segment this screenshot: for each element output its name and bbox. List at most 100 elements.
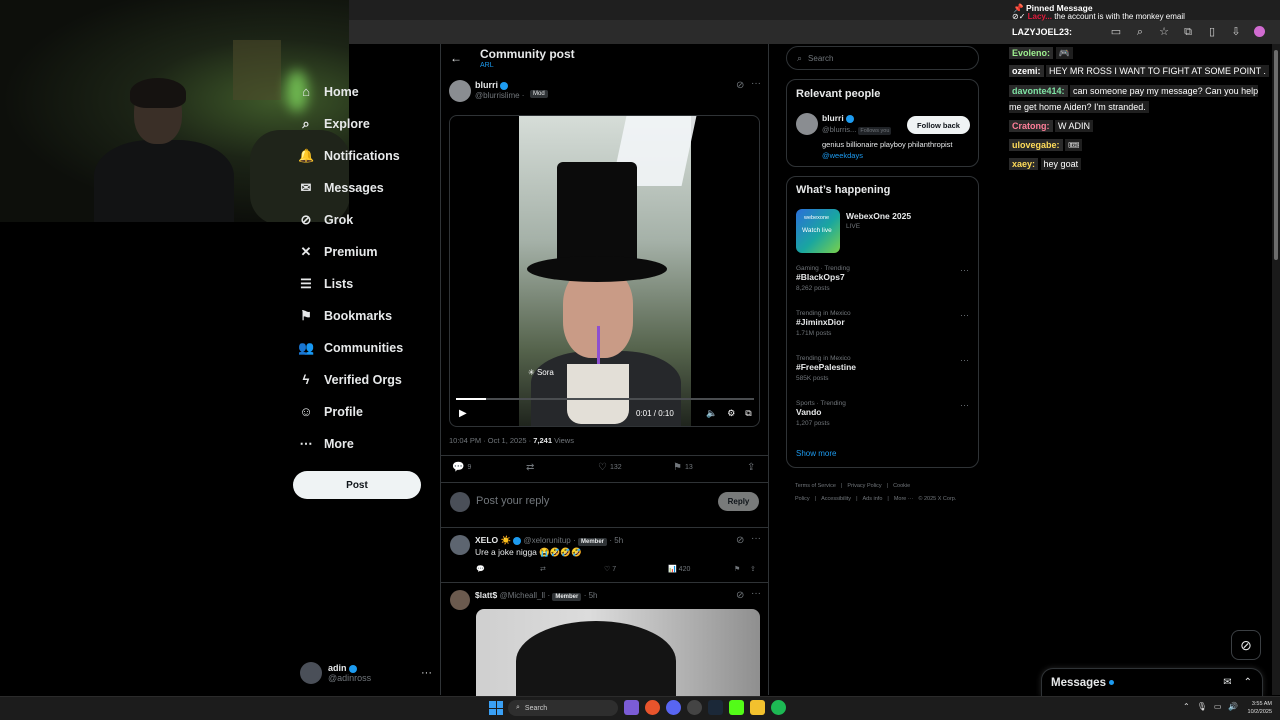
- comment-author[interactable]: $latt$: [475, 590, 497, 600]
- comment-avatar[interactable]: [450, 590, 470, 610]
- nav-item-notifications[interactable]: 🔔 Notifications: [298, 140, 438, 172]
- footer-link[interactable]: More ···: [894, 496, 914, 502]
- author-handle[interactable]: @blurrislime ·: [475, 91, 524, 100]
- profile-avatar[interactable]: [1254, 26, 1265, 37]
- avatar[interactable]: [796, 113, 818, 135]
- discord-icon[interactable]: [666, 700, 681, 715]
- reply-action[interactable]: 💬 9: [452, 462, 471, 473]
- author-name[interactable]: blurri: [475, 80, 509, 90]
- repost-icon[interactable]: ⇄: [540, 565, 546, 573]
- post-button[interactable]: Post: [293, 471, 421, 499]
- comment-handle[interactable]: @xelorunitup: [523, 536, 570, 545]
- reply-button[interactable]: Reply: [718, 492, 759, 511]
- event-image[interactable]: webexone Watch live: [796, 209, 840, 253]
- kick-icon[interactable]: [729, 700, 744, 715]
- chat-username[interactable]: ulovegabe:: [1009, 139, 1063, 151]
- nav-item-communities[interactable]: 👥 Communities: [298, 332, 438, 364]
- bio-link[interactable]: @weekdays: [822, 151, 863, 160]
- like-action[interactable]: ♡ 132: [598, 462, 622, 473]
- nav-item-messages[interactable]: ✉ Messages: [298, 172, 438, 204]
- repost-action[interactable]: ⇄: [526, 462, 534, 473]
- obs-icon[interactable]: [687, 700, 702, 715]
- more-icon[interactable]: ···: [751, 533, 761, 544]
- comment-handle[interactable]: @Micheall_ll: [500, 591, 545, 600]
- messages-drawer[interactable]: Messages ✉ ⌃: [1041, 668, 1263, 696]
- more-icon[interactable]: ···: [421, 667, 432, 679]
- sidebar-icon[interactable]: ▯: [1206, 26, 1218, 38]
- cast-icon[interactable]: ▭: [1110, 26, 1122, 38]
- reply-icon[interactable]: 💬: [476, 565, 485, 573]
- trend-item[interactable]: Trending in Mexico #FreePalestine 585K pos…: [796, 355, 971, 391]
- person-handle[interactable]: @blurris... Follows you: [822, 125, 892, 135]
- star-icon[interactable]: ☆: [1158, 26, 1170, 38]
- footer-link[interactable]: Ads info: [863, 496, 883, 502]
- trend-item[interactable]: Trending in Mexico #JiminxDior 1.71M posts…: [796, 310, 971, 346]
- comment-image[interactable]: [476, 609, 760, 699]
- volume-icon[interactable]: 🔈: [706, 408, 717, 419]
- bookmark-action[interactable]: ⚑ 13: [673, 462, 693, 473]
- footer-link[interactable]: Accessibility: [821, 496, 851, 502]
- comment-author[interactable]: XELO ☀️: [475, 535, 511, 545]
- follow-back-button[interactable]: Follow back: [907, 116, 970, 134]
- nav-item-explore[interactable]: ⌕ Explore: [298, 108, 438, 140]
- monitor-icon[interactable]: ▭: [1214, 702, 1222, 711]
- play-icon[interactable]: ▶: [459, 408, 467, 419]
- grok-fab-icon[interactable]: ⊘: [1231, 630, 1261, 660]
- steam-icon[interactable]: [708, 700, 723, 715]
- footer-link[interactable]: Terms of Service: [795, 483, 836, 489]
- chat-username[interactable]: Evoleno:: [1009, 47, 1054, 59]
- grok-icon[interactable]: ⊘: [736, 80, 744, 91]
- more-icon[interactable]: ···: [960, 265, 969, 275]
- share-action[interactable]: ⇪: [747, 462, 755, 473]
- speaker-icon[interactable]: 🔊: [1228, 702, 1238, 711]
- compose-message-icon[interactable]: ✉: [1223, 677, 1231, 688]
- copilot-icon[interactable]: [624, 700, 639, 715]
- back-arrow-icon[interactable]: ←: [450, 51, 462, 65]
- trend-item[interactable]: Sports · Trending Vando 1,207 posts ···: [796, 400, 971, 436]
- show-more-link[interactable]: Show more: [796, 449, 836, 458]
- share-icon[interactable]: ⇪: [750, 565, 756, 573]
- nav-item-home[interactable]: ⌂ Home: [298, 76, 438, 108]
- account-switcher[interactable]: adin @adinross ···: [300, 660, 432, 686]
- windows-start-icon[interactable]: [489, 701, 503, 715]
- more-icon[interactable]: ···: [751, 588, 761, 599]
- community-link[interactable]: ARL: [480, 62, 494, 69]
- reply-input[interactable]: Post your reply: [476, 495, 549, 507]
- footer-link[interactable]: Privacy Policy: [847, 483, 881, 489]
- more-icon[interactable]: ···: [751, 78, 761, 89]
- more-icon[interactable]: ···: [960, 310, 969, 320]
- chat-username[interactable]: Cratong:: [1009, 120, 1053, 132]
- trend-item[interactable]: Gaming · Trending #BlackOps7 8,262 posts ··…: [796, 265, 971, 301]
- chat-username[interactable]: ozemi:: [1009, 65, 1044, 77]
- zoom-icon[interactable]: ⌕: [1134, 26, 1146, 38]
- mic-icon[interactable]: 🎙: [1197, 702, 1207, 711]
- chevron-up-icon[interactable]: ⌃: [1183, 702, 1190, 711]
- author-avatar[interactable]: [449, 80, 471, 102]
- nav-item-profile[interactable]: ☺ Profile: [298, 396, 438, 428]
- grok-icon[interactable]: ⊘: [736, 590, 744, 601]
- nav-item-more[interactable]: ⋯ More: [298, 428, 438, 460]
- nav-item-grok[interactable]: ⊘ Grok: [298, 204, 438, 236]
- chrome-icon[interactable]: [645, 700, 660, 715]
- taskbar-search[interactable]: ⌕ Search: [508, 700, 618, 716]
- settings-icon[interactable]: ⚙: [727, 408, 735, 419]
- extensions-icon[interactable]: ⧉: [1182, 26, 1194, 38]
- bookmark-icon[interactable]: ⚑: [734, 565, 740, 573]
- event-name[interactable]: WebexOne 2025: [846, 211, 911, 221]
- more-icon[interactable]: ···: [960, 400, 969, 410]
- chat-username[interactable]: davonte414:: [1009, 85, 1068, 97]
- video-player[interactable]: ✳ Sora ▶ 0:01 / 0:10 🔈 ⚙ ⧉ ⤢: [449, 115, 760, 427]
- nav-item-verified-orgs[interactable]: ϟ Verified Orgs: [298, 364, 438, 396]
- nav-item-lists[interactable]: ☰ Lists: [298, 268, 438, 300]
- comment-avatar[interactable]: [450, 535, 470, 555]
- taskbar-clock[interactable]: 3:55 AM 10/2/2025: [1240, 700, 1272, 716]
- download-icon[interactable]: ⇩: [1230, 26, 1242, 38]
- nav-item-bookmarks[interactable]: ⚑ Bookmarks: [298, 300, 438, 332]
- person-name[interactable]: blurri: [822, 113, 854, 123]
- spotify-icon[interactable]: [771, 700, 786, 715]
- file-explorer-icon[interactable]: [750, 700, 765, 715]
- expand-icon[interactable]: ⌃: [1244, 677, 1252, 688]
- chat-username[interactable]: xaey:: [1009, 158, 1039, 170]
- pip-icon[interactable]: ⧉: [745, 408, 751, 419]
- grok-icon[interactable]: ⊘: [736, 535, 744, 546]
